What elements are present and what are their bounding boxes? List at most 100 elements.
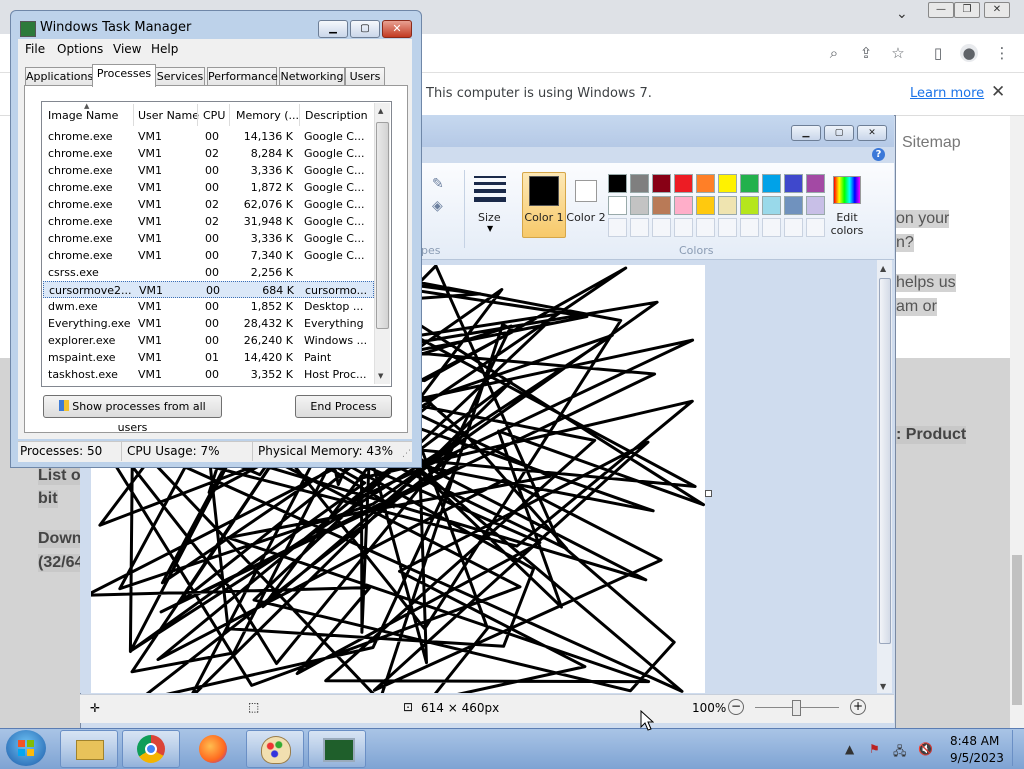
scroll-up-icon[interactable]: ▲ bbox=[378, 107, 383, 115]
palette-swatch[interactable] bbox=[718, 196, 737, 215]
palette-swatch[interactable] bbox=[806, 174, 825, 193]
menu-icon[interactable]: ⋮ bbox=[993, 44, 1011, 62]
process-row[interactable]: taskhost.exe VM1 00 3,352 K Host Proc... bbox=[43, 366, 374, 383]
palette-swatch[interactable] bbox=[630, 174, 649, 193]
zoom-in-icon[interactable]: + bbox=[850, 699, 866, 715]
process-row[interactable]: mspaint.exe VM1 01 14,420 K Paint bbox=[43, 349, 374, 366]
zoom-slider-thumb[interactable] bbox=[792, 700, 801, 716]
clock-date[interactable]: 9/5/2023 bbox=[950, 751, 1004, 765]
resize-grip-icon[interactable]: ⋰ bbox=[402, 449, 411, 459]
palette-swatch-empty[interactable] bbox=[784, 218, 803, 237]
process-row[interactable]: dwm.exe VM1 00 1,852 K Desktop ... bbox=[43, 298, 374, 315]
process-list-scroll-thumb[interactable] bbox=[376, 122, 389, 329]
taskbar-firefox[interactable] bbox=[184, 730, 242, 768]
process-row[interactable]: cursormove2.... VM1 00 684 K cursormo... bbox=[43, 281, 374, 298]
fill-icon[interactable]: ◈ bbox=[432, 198, 443, 214]
process-row[interactable]: chrome.exe VM1 00 3,336 K Google C... bbox=[43, 162, 374, 179]
palette-swatch[interactable] bbox=[630, 196, 649, 215]
start-button[interactable] bbox=[6, 730, 46, 766]
color2-swatch[interactable] bbox=[575, 180, 597, 202]
edit-colors-icon[interactable] bbox=[833, 176, 861, 204]
paint-scroll-thumb[interactable] bbox=[879, 278, 891, 644]
show-desktop-button[interactable] bbox=[1012, 730, 1024, 766]
taskbar-taskmanager[interactable] bbox=[308, 730, 366, 768]
page-scrollbar-thumb[interactable] bbox=[1012, 555, 1022, 705]
palette-swatch[interactable] bbox=[608, 174, 627, 193]
palette-swatch-empty[interactable] bbox=[696, 218, 715, 237]
taskbar-explorer[interactable] bbox=[60, 730, 118, 768]
network-icon[interactable]: 🖧 bbox=[893, 742, 906, 763]
show-hidden-icons[interactable]: ▲ bbox=[845, 742, 854, 756]
sidepanel-icon[interactable]: ▯ bbox=[929, 44, 947, 62]
palette-swatch-empty[interactable] bbox=[652, 218, 671, 237]
column-user-name[interactable]: User Name bbox=[138, 109, 199, 122]
palette-swatch-empty[interactable] bbox=[608, 218, 627, 237]
menu-view[interactable]: View bbox=[113, 42, 141, 56]
palette-swatch-empty[interactable] bbox=[718, 218, 737, 237]
tab-search-icon[interactable]: ⌄ bbox=[896, 6, 908, 22]
process-row[interactable]: Everything.exe VM1 00 28,432 K Everything bbox=[43, 315, 374, 332]
process-row[interactable]: chrome.exe VM1 00 7,340 K Google C... bbox=[43, 247, 374, 264]
taskbar-chrome[interactable] bbox=[122, 730, 180, 768]
show-all-processes-button[interactable]: Show processes from all users bbox=[43, 395, 222, 434]
tab-services[interactable]: Services bbox=[155, 67, 205, 86]
palette-swatch[interactable] bbox=[740, 174, 759, 193]
process-row[interactable]: csrss.exe 00 2,256 K bbox=[43, 264, 374, 281]
infobar-close-icon[interactable]: ✕ bbox=[991, 82, 1005, 102]
column-description[interactable]: Description bbox=[305, 109, 368, 122]
share-icon[interactable]: ⇪ bbox=[857, 44, 875, 62]
process-row[interactable]: chrome.exe VM1 02 31,948 K Google C... bbox=[43, 213, 374, 230]
palette-swatch[interactable] bbox=[762, 196, 781, 215]
palette-swatch[interactable] bbox=[762, 174, 781, 193]
menu-help[interactable]: Help bbox=[151, 42, 178, 56]
volume-icon[interactable]: 🔇 bbox=[918, 742, 933, 756]
palette-swatch[interactable] bbox=[806, 196, 825, 215]
help-icon[interactable]: ? bbox=[872, 148, 885, 161]
close-icon[interactable]: ✕ bbox=[857, 125, 887, 141]
end-process-button[interactable]: End Process bbox=[295, 395, 392, 418]
palette-swatch[interactable] bbox=[784, 196, 803, 215]
palette-swatch[interactable] bbox=[696, 196, 715, 215]
column-divider[interactable] bbox=[229, 104, 230, 126]
scroll-down-icon[interactable]: ▼ bbox=[880, 682, 886, 691]
palette-swatch-empty[interactable] bbox=[762, 218, 781, 237]
palette-swatch-empty[interactable] bbox=[740, 218, 759, 237]
paint-vertical-scrollbar[interactable] bbox=[877, 260, 892, 693]
palette-swatch[interactable] bbox=[740, 196, 759, 215]
star-icon[interactable]: ☆ bbox=[889, 44, 907, 62]
tab-processes[interactable]: Processes bbox=[92, 64, 156, 87]
close-icon[interactable]: ✕ bbox=[382, 20, 412, 38]
column-divider[interactable] bbox=[197, 104, 198, 126]
palette-swatch[interactable] bbox=[652, 174, 671, 193]
menu-file[interactable]: File bbox=[25, 42, 45, 56]
tab-users[interactable]: Users bbox=[345, 67, 385, 86]
process-row[interactable]: explorer.exe VM1 00 26,240 K Windows ... bbox=[43, 332, 374, 349]
sitemap-link[interactable]: Sitemap bbox=[902, 134, 961, 152]
column-cpu[interactable]: CPU bbox=[203, 109, 225, 122]
column-image-name[interactable]: Image Name bbox=[48, 109, 118, 122]
taskbar-paint[interactable] bbox=[246, 730, 304, 768]
tab-applications[interactable]: Applications bbox=[25, 67, 93, 86]
minimize-icon[interactable]: ▁ bbox=[318, 20, 348, 38]
palette-swatch-empty[interactable] bbox=[806, 218, 825, 237]
scroll-up-icon[interactable]: ▲ bbox=[880, 264, 886, 273]
palette-swatch[interactable] bbox=[674, 174, 693, 193]
maximize-icon[interactable]: ▢ bbox=[824, 125, 854, 141]
process-row[interactable]: chrome.exe VM1 00 1,872 K Google C... bbox=[43, 179, 374, 196]
edit-colors-label[interactable]: Edit colors bbox=[826, 211, 868, 237]
process-row[interactable]: chrome.exe VM1 02 62,076 K Google C... bbox=[43, 196, 374, 213]
learn-more-link[interactable]: Learn more bbox=[910, 86, 984, 101]
close-icon[interactable]: ✕ bbox=[984, 2, 1010, 18]
palette-swatch[interactable] bbox=[608, 196, 627, 215]
scroll-down-icon[interactable]: ▼ bbox=[378, 372, 383, 380]
column-divider[interactable] bbox=[133, 104, 134, 126]
clock-time[interactable]: 8:48 AM bbox=[950, 734, 999, 748]
outline-icon[interactable]: ✎ bbox=[432, 176, 444, 192]
palette-swatch-empty[interactable] bbox=[674, 218, 693, 237]
column-memory[interactable]: Memory (... bbox=[236, 109, 299, 122]
canvas-resize-handle[interactable] bbox=[705, 490, 712, 497]
column-divider[interactable] bbox=[299, 104, 300, 126]
process-row[interactable]: chrome.exe VM1 00 14,136 K Google C... bbox=[43, 128, 374, 145]
palette-swatch[interactable] bbox=[674, 196, 693, 215]
menu-options[interactable]: Options bbox=[57, 42, 103, 56]
